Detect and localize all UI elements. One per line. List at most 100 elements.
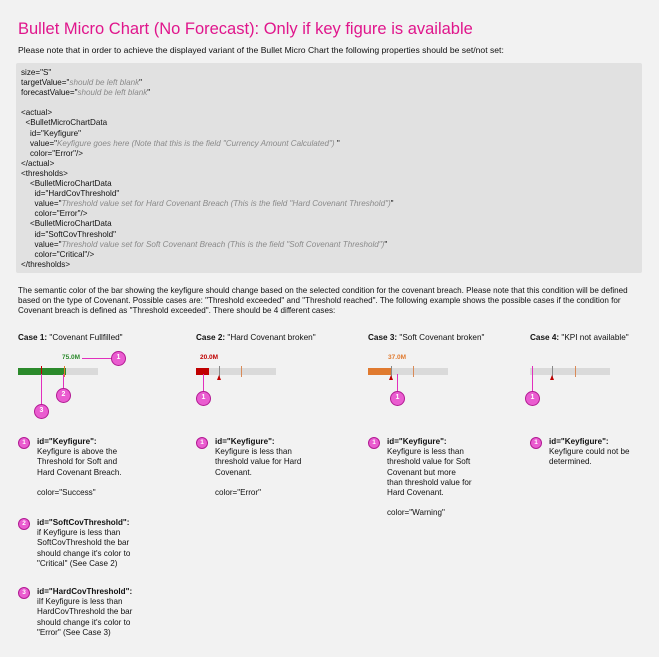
code-line: value="Keyfigure goes here (Note that th… (21, 139, 637, 149)
soft-threshold-marker (575, 366, 576, 377)
note-line: Covenant but more (387, 467, 456, 477)
code-text: <BulletMicroChartData (21, 219, 112, 229)
code-line: <BulletMicroChartData (21, 179, 637, 189)
case-2-header: Case 2: "Hard Covenant broken" (196, 333, 316, 342)
code-line: targetValue="should be left blank" (21, 78, 637, 88)
code-text: <actual> (21, 108, 53, 118)
case-title: "KPI not available" (559, 333, 629, 342)
code-text: " (384, 239, 388, 249)
code-text: " (390, 199, 394, 209)
note-color: color="Error" (215, 488, 262, 497)
code-line: value="Threshold value set for Soft Cove… (21, 240, 637, 250)
case-1-header: Case 1: "Covenant Fullfilled" (18, 333, 123, 342)
code-text: id="HardCovThreshold" (21, 189, 120, 199)
note-case-1-hardcov: id="HardCovThreshold": iIf Keyfigure is … (37, 587, 132, 638)
note-line: Keyfigure could not be (549, 447, 630, 457)
code-text: </actual> (21, 158, 55, 168)
note-badge-2: 2 (18, 518, 30, 530)
note-line: than threshold value for (387, 477, 472, 487)
code-text: id="Keyfigure" (21, 128, 81, 138)
note-case-1-keyfigure: id="Keyfigure": Keyfigure is above the T… (37, 437, 122, 498)
code-text: color="Error"/> (21, 209, 88, 219)
callout-badge-1: 1 (196, 391, 211, 406)
note-id: id="Keyfigure": (215, 437, 275, 446)
note-line: "Error" (See Case 3) (37, 627, 111, 637)
code-line: <BulletMicroChartData (21, 118, 637, 128)
note-line: threshold value for Hard (215, 457, 302, 467)
note-id: id="SoftCovThreshold": (37, 518, 130, 527)
code-text: color="Critical"/> (21, 249, 95, 259)
threshold-indicator (550, 375, 554, 380)
note-id: id="Keyfigure": (549, 437, 609, 446)
note-line: Hard Covenant. (387, 488, 444, 498)
code-line: </thresholds> (21, 260, 637, 270)
note-id: id="HardCovThreshold": (37, 587, 133, 596)
case-3-header: Case 3: "Soft Covenant broken" (368, 333, 484, 342)
code-line: color="Critical"/> (21, 250, 637, 260)
note-line: "Critical" (See Case 2) (37, 558, 118, 568)
soft-threshold-marker (64, 366, 65, 377)
value-label: 37.0M (388, 354, 407, 361)
code-text: </thresholds> (21, 259, 71, 269)
callout-badge-1: 1 (525, 391, 540, 406)
intro-text: Please note that in order to achieve the… (18, 45, 504, 55)
soft-threshold-marker (413, 366, 414, 377)
case-4-header: Case 4: "KPI not available" (530, 333, 629, 342)
threshold-indicator (389, 375, 393, 380)
note-line: should change it's color to (37, 617, 131, 627)
note-case-4-keyfigure: id="Keyfigure": Keyfigure could not be d… (549, 437, 630, 468)
case-label: Case 2: (196, 333, 226, 342)
code-text: forecastValue=" (21, 88, 78, 98)
value-label: 20.0M (200, 354, 219, 361)
note-badge-1: 1 (368, 437, 380, 449)
code-line: <actual> (21, 108, 637, 118)
value-label: 75.0M (62, 354, 81, 361)
code-text: " (334, 138, 340, 148)
note-badge-1: 1 (196, 437, 208, 449)
code-text: value=" (21, 199, 62, 209)
callout-badge-1: 1 (111, 351, 126, 366)
soft-threshold-marker (241, 366, 242, 377)
note-id: id="Keyfigure": (387, 437, 447, 446)
code-line: <BulletMicroChartData (21, 219, 637, 229)
threshold-indicator (217, 375, 221, 380)
code-text: id="SoftCovThreshold" (21, 229, 117, 239)
code-line: value="Threshold value set for Hard Cove… (21, 199, 637, 209)
note-color: color="Warning" (387, 508, 445, 518)
code-text: color="Error"/> (21, 148, 83, 158)
description-paragraph: The semantic color of the bar showing th… (18, 286, 628, 316)
note-line: iIf Keyfigure is less than (37, 597, 123, 607)
case-label: Case 1: (18, 333, 48, 342)
code-text: <thresholds> (21, 168, 68, 178)
code-line: color="Error"/> (21, 209, 637, 219)
note-line: Keyfigure is less than (215, 447, 292, 457)
code-placeholder: Keyfigure goes here (Note that this is t… (56, 138, 335, 148)
note-line: HardCovThreshold the bar (37, 607, 133, 617)
case-title: "Soft Covenant broken" (397, 333, 485, 342)
code-text: <BulletMicroChartData (21, 179, 112, 189)
code-placeholder: should be left blank (69, 78, 140, 88)
code-text: value=" (21, 138, 57, 148)
note-line: Keyfigure is less than (387, 447, 464, 457)
callout-badge-2: 2 (56, 388, 71, 403)
note-line: threshold value for Soft (387, 457, 471, 467)
note-line: SoftCovThreshold the bar (37, 538, 130, 548)
note-line: Keyfigure is above the (37, 447, 118, 457)
code-line: id="HardCovThreshold" (21, 189, 637, 199)
note-badge-1: 1 (530, 437, 542, 449)
code-placeholder: should be left blank (77, 88, 148, 98)
note-id: id="Keyfigure": (37, 437, 97, 446)
page-title: Bullet Micro Chart (No Forecast): Only i… (18, 20, 473, 38)
code-line: forecastValue="should be left blank" (21, 88, 637, 98)
code-line: size="S" (21, 68, 637, 78)
case-title: "Hard Covenant broken" (225, 333, 316, 342)
case-label: Case 3: (368, 333, 398, 342)
chart-track (530, 368, 610, 375)
note-case-3-keyfigure: id="Keyfigure": Keyfigure is less than t… (387, 437, 472, 519)
code-line: </actual> (21, 159, 637, 169)
note-line: Threshold for Soft and (37, 457, 118, 467)
code-text: " (139, 78, 143, 88)
code-placeholder: Threshold value set for Soft Covenant Br… (61, 239, 385, 249)
note-line: Covenant. (215, 467, 252, 477)
